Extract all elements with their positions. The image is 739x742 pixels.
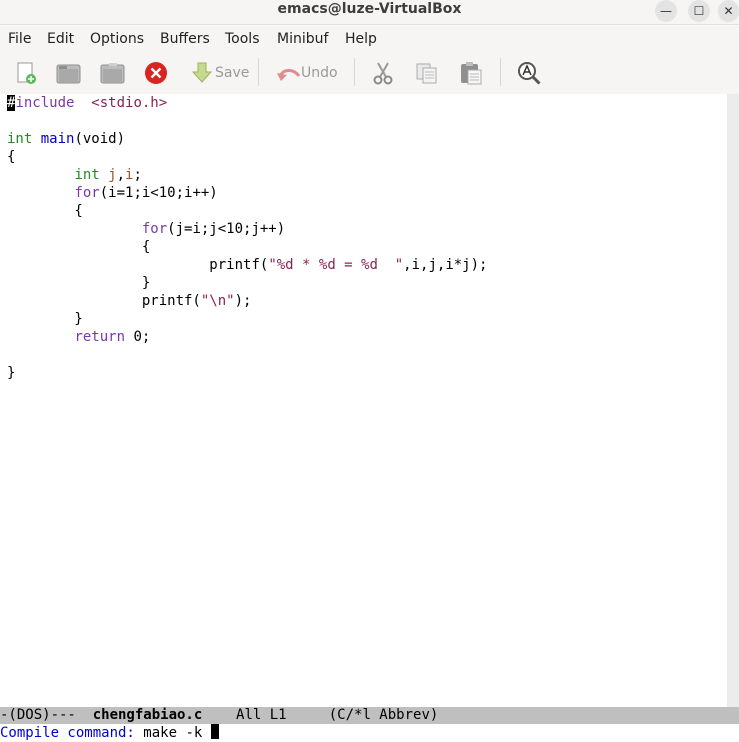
modeline-buffer-name[interactable]: chengfabiao.c xyxy=(93,707,203,723)
menu-bar: File Edit Options Buffers Tools Minibuf … xyxy=(0,26,739,52)
code-line: { xyxy=(7,203,83,219)
editor-buffer[interactable]: #include <stdio.h> int main(void) { int … xyxy=(0,94,727,707)
minibuffer[interactable]: Compile command: make -k xyxy=(0,724,739,742)
dired-icon xyxy=(100,63,125,84)
search-icon xyxy=(518,62,541,85)
code-line: printf("%d * %d = %d ",i,j,i*j); xyxy=(209,257,488,273)
code-text: #include <stdio.h> int main(void) { int … xyxy=(7,94,487,382)
menu-options[interactable]: Options xyxy=(90,31,144,47)
save-button[interactable]: Save xyxy=(192,60,249,86)
code-line: } xyxy=(7,311,83,327)
title-bar: emacs@luze-VirtualBox — ☐ ✕ xyxy=(0,0,739,25)
copy-icon xyxy=(416,63,437,84)
code-line: #include <stdio.h> xyxy=(7,95,168,111)
menu-help[interactable]: Help xyxy=(345,31,377,47)
new-file-button[interactable] xyxy=(14,60,38,86)
close-icon: ✕ xyxy=(723,4,734,18)
code-line: int j,i; xyxy=(74,167,142,183)
vertical-scrollbar[interactable] xyxy=(727,94,739,707)
undo-label: Undo xyxy=(301,65,338,81)
menu-edit[interactable]: Edit xyxy=(47,31,74,47)
paste-button[interactable] xyxy=(458,60,484,86)
code-line: for(j=i;j<10;j++) xyxy=(141,221,286,237)
menu-buffers[interactable]: Buffers xyxy=(160,31,210,47)
dired-button[interactable] xyxy=(100,60,126,86)
cut-button[interactable] xyxy=(372,60,394,86)
save-label: Save xyxy=(215,65,250,81)
open-file-button[interactable] xyxy=(56,60,82,86)
kill-buffer-button[interactable] xyxy=(144,60,168,86)
code-line: { xyxy=(7,239,151,255)
modeline-position: All L1 xyxy=(202,707,329,723)
search-button[interactable] xyxy=(516,60,542,86)
code-line: printf("\n"); xyxy=(141,293,252,309)
open-file-icon xyxy=(56,64,81,84)
code-line: for(i=1;i<10;i++) xyxy=(74,185,218,201)
modeline-prefix: -(DOS)--- xyxy=(0,707,93,723)
new-file-icon xyxy=(17,62,36,84)
undo-icon xyxy=(277,69,301,81)
code-line: { xyxy=(7,149,16,165)
maximize-button[interactable]: ☐ xyxy=(688,0,710,22)
undo-button[interactable]: Undo xyxy=(275,60,338,86)
modeline-modes[interactable]: (C/*l Abbrev) xyxy=(329,707,439,723)
code-line: } xyxy=(7,275,151,291)
compile-command-input[interactable]: make -k xyxy=(143,725,210,741)
window-title: emacs@luze-VirtualBox xyxy=(277,1,462,17)
toolbar-separator xyxy=(258,58,259,86)
mode-line: -(DOS)--- chengfabiao.c All L1 (C/*l Abb… xyxy=(0,707,739,724)
menu-minibuf[interactable]: Minibuf xyxy=(277,31,328,47)
minimize-button[interactable]: — xyxy=(655,0,677,22)
toolbar: Save Undo xyxy=(0,52,739,94)
paste-icon xyxy=(461,62,482,85)
close-window-button[interactable]: ✕ xyxy=(718,0,739,22)
save-icon xyxy=(192,62,212,83)
toolbar-separator xyxy=(500,58,501,86)
maximize-icon: ☐ xyxy=(693,4,705,18)
code-line: } xyxy=(7,365,16,381)
code-line: return 0; xyxy=(74,329,151,345)
copy-button[interactable] xyxy=(415,60,439,86)
code-line: int main(void) xyxy=(7,131,126,147)
menu-file[interactable]: File xyxy=(8,31,31,47)
cut-icon xyxy=(373,62,393,85)
menu-tools[interactable]: Tools xyxy=(225,31,260,47)
minimize-icon: — xyxy=(660,4,672,18)
toolbar-separator xyxy=(354,58,355,86)
minibuffer-cursor xyxy=(210,724,219,739)
close-buffer-icon xyxy=(145,62,167,84)
minibuffer-prompt: Compile command: xyxy=(0,725,144,741)
